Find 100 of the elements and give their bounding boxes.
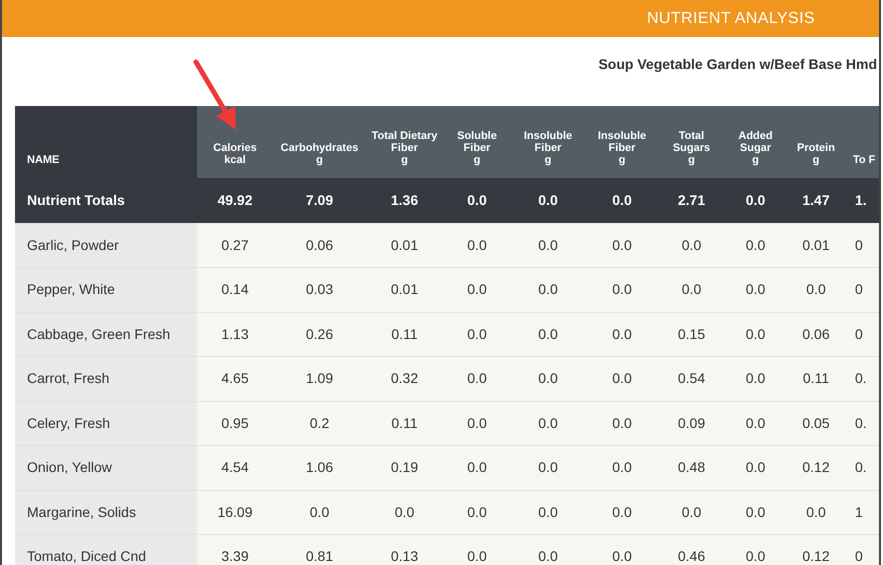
table-cell: 0.06 bbox=[787, 312, 845, 356]
ingredient-name: Celery, Fresh bbox=[15, 401, 197, 446]
table-cell: 0.0 bbox=[659, 268, 724, 312]
table-cell: 0.05 bbox=[787, 401, 845, 446]
table-cell: 0.54 bbox=[659, 356, 724, 401]
table-cell: 1.09 bbox=[273, 356, 366, 401]
table-cell: 0.01 bbox=[787, 223, 845, 268]
table-cell: 0.0 bbox=[724, 268, 787, 312]
table-cell: 16.09 bbox=[197, 490, 273, 534]
table-cell: 0.95 bbox=[197, 401, 273, 446]
table-cell: 0.11 bbox=[787, 356, 845, 401]
table-cell: 0.26 bbox=[273, 312, 366, 356]
table-cell: 0.0 bbox=[511, 223, 585, 268]
table-cell: 0.0 bbox=[443, 223, 511, 268]
table-cell: 0.12 bbox=[787, 446, 845, 490]
column-header: NAME bbox=[27, 154, 60, 166]
table-cell: 0. bbox=[845, 356, 879, 401]
table-cell: 0.0 bbox=[511, 178, 585, 223]
table-cell: 0.2 bbox=[273, 401, 366, 446]
table-cell: 0 bbox=[845, 268, 879, 312]
ingredient-name: Tomato, Diced Cnd bbox=[15, 534, 197, 565]
table-cell: 3.39 bbox=[197, 534, 273, 565]
ingredient-name: Cabbage, Green Fresh bbox=[15, 312, 197, 356]
table-cell: 0.0 bbox=[787, 268, 845, 312]
column-header: Carbohydrates bbox=[280, 142, 360, 154]
table-cell: 4.54 bbox=[197, 446, 273, 490]
table-cell: 0.0 bbox=[659, 490, 724, 534]
table-cell: 0.0 bbox=[724, 401, 787, 446]
table-cell: 0.0 bbox=[585, 534, 659, 565]
table-cell: 0.0 bbox=[443, 356, 511, 401]
ingredient-name: Margarine, Solids bbox=[15, 490, 197, 534]
table-cell: 0.01 bbox=[366, 223, 443, 268]
table-cell: 0.01 bbox=[366, 268, 443, 312]
table-cell: 0.0 bbox=[511, 268, 585, 312]
column-unit: kcal bbox=[223, 154, 247, 166]
recipe-title: Soup Vegetable Garden w/Beef Base Hmd bbox=[598, 55, 877, 74]
column-unit: g bbox=[618, 154, 626, 166]
table-cell: 1.36 bbox=[366, 178, 443, 223]
column-header: Calories bbox=[212, 142, 258, 154]
table-cell: 0.0 bbox=[443, 178, 511, 223]
table-cell: 0.0 bbox=[724, 356, 787, 401]
table-cell: 0.0 bbox=[585, 490, 659, 534]
table-cell: 1 bbox=[845, 490, 879, 534]
table-cell: 1.06 bbox=[273, 446, 366, 490]
table-cell: 0.0 bbox=[585, 268, 659, 312]
table-cell: 0.0 bbox=[443, 312, 511, 356]
table-cell: 0.81 bbox=[273, 534, 366, 565]
table-cell: 0.0 bbox=[724, 534, 787, 565]
ingredient-name: Carrot, Fresh bbox=[15, 356, 197, 401]
table-cell: 0.0 bbox=[511, 446, 585, 490]
table-cell: 0.0 bbox=[511, 312, 585, 356]
table-cell: 0.0 bbox=[273, 490, 366, 534]
table-cell: 0.15 bbox=[659, 312, 724, 356]
table-cell: 0.0 bbox=[585, 401, 659, 446]
table-cell: 0.0 bbox=[724, 446, 787, 490]
table-cell: 49.92 bbox=[197, 178, 273, 223]
table-cell: 0.03 bbox=[273, 268, 366, 312]
table-cell: 0.0 bbox=[585, 446, 659, 490]
table-cell: 0.19 bbox=[366, 446, 443, 490]
table-cell: 0.0 bbox=[511, 490, 585, 534]
table-cell: 2.71 bbox=[659, 178, 724, 223]
table-cell: 7.09 bbox=[273, 178, 366, 223]
table-cell: 0.0 bbox=[724, 178, 787, 223]
ingredient-name: Pepper, White bbox=[15, 268, 197, 312]
table-cell: 0.11 bbox=[366, 312, 443, 356]
table-cell: 0.48 bbox=[659, 446, 724, 490]
table-cell: 0.09 bbox=[659, 401, 724, 446]
column-unit: g bbox=[544, 154, 552, 166]
table-cell: 0.0 bbox=[511, 534, 585, 565]
table-cell: 4.65 bbox=[197, 356, 273, 401]
table-cell: 0.13 bbox=[366, 534, 443, 565]
table-cell: 0. bbox=[845, 401, 879, 446]
table-cell: 0.0 bbox=[443, 534, 511, 565]
table-cell: 0 bbox=[845, 312, 879, 356]
column-unit: g bbox=[812, 154, 820, 166]
table-cell: 0.0 bbox=[511, 356, 585, 401]
column-header: Protein bbox=[796, 142, 836, 154]
totals-label: Nutrient Totals bbox=[15, 178, 197, 223]
table-cell: 0.0 bbox=[443, 490, 511, 534]
ingredient-name: Onion, Yellow bbox=[15, 446, 197, 490]
table-cell: 0.0 bbox=[443, 401, 511, 446]
table-cell: 0.0 bbox=[511, 401, 585, 446]
table-cell: 0.0 bbox=[585, 312, 659, 356]
table-cell: 0.06 bbox=[273, 223, 366, 268]
table-cell: 0.46 bbox=[659, 534, 724, 565]
table-cell: 0.0 bbox=[724, 312, 787, 356]
table-cell: 0 bbox=[845, 223, 879, 268]
table-cell: 0.11 bbox=[366, 401, 443, 446]
column-unit: g bbox=[400, 154, 409, 166]
ingredient-name: Garlic, Powder bbox=[15, 223, 197, 268]
table-cell: 0.0 bbox=[724, 223, 787, 268]
table-cell: 0.0 bbox=[787, 490, 845, 534]
table-cell: 1.47 bbox=[787, 178, 845, 223]
column-header: To F bbox=[853, 154, 876, 166]
column-unit: g bbox=[472, 154, 482, 166]
table-cell: 0.0 bbox=[585, 223, 659, 268]
table-cell: 0.0 bbox=[659, 223, 724, 268]
table-cell: 0.0 bbox=[585, 178, 659, 223]
table-cell: 0.0 bbox=[724, 490, 787, 534]
table-cell: 0.14 bbox=[197, 268, 273, 312]
